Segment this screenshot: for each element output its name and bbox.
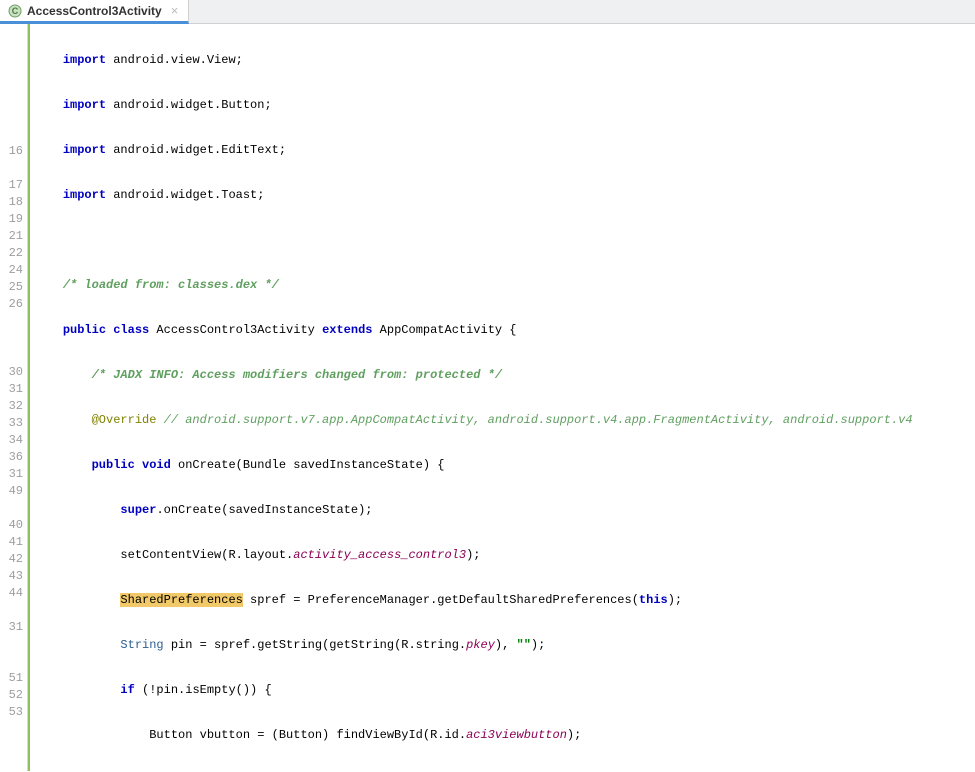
tab-bar: C AccessControl3Activity × <box>0 0 975 24</box>
line-number: 31 <box>0 619 23 636</box>
line-number <box>0 126 23 143</box>
line-number <box>0 500 23 517</box>
code-line: import android.view.View; <box>30 52 975 69</box>
line-number <box>0 313 23 330</box>
code-line: @Override // android.support.v7.app.AppC… <box>30 412 975 429</box>
line-number: 17 <box>0 177 23 194</box>
line-number <box>0 330 23 347</box>
line-number: 36 <box>0 449 23 466</box>
line-number <box>0 636 23 653</box>
svg-text:C: C <box>12 6 19 16</box>
code-editor[interactable]: 1617181921222425263031323334363149404142… <box>0 24 975 771</box>
line-number: 31 <box>0 466 23 483</box>
line-number: 16 <box>0 143 23 160</box>
line-number <box>0 160 23 177</box>
line-number: 44 <box>0 585 23 602</box>
code-line: public class AccessControl3Activity exte… <box>30 322 975 339</box>
close-icon[interactable]: × <box>171 3 179 18</box>
line-number: 21 <box>0 228 23 245</box>
line-number <box>0 755 23 772</box>
line-number <box>0 41 23 58</box>
line-number: 40 <box>0 517 23 534</box>
code-line: if (!pin.isEmpty()) { <box>30 682 975 699</box>
code-line: public void onCreate(Bundle savedInstanc… <box>30 457 975 474</box>
tab-title: AccessControl3Activity <box>27 4 162 18</box>
line-number: 24 <box>0 262 23 279</box>
line-number <box>0 653 23 670</box>
line-number <box>0 24 23 41</box>
code-line: Button vbutton = (Button) findViewById(R… <box>30 727 975 744</box>
line-number: 53 <box>0 704 23 721</box>
line-number: 33 <box>0 415 23 432</box>
line-number <box>0 109 23 126</box>
line-number: 32 <box>0 398 23 415</box>
code-line: /* JADX INFO: Access modifiers changed f… <box>30 367 975 384</box>
line-number <box>0 58 23 75</box>
line-number <box>0 602 23 619</box>
code-area[interactable]: import android.view.View; import android… <box>28 24 975 771</box>
class-file-icon: C <box>8 4 22 18</box>
line-number <box>0 738 23 755</box>
line-number: 43 <box>0 568 23 585</box>
line-number: 51 <box>0 670 23 687</box>
line-number <box>0 721 23 738</box>
tab-access-control[interactable]: C AccessControl3Activity × <box>0 0 189 24</box>
line-number: 19 <box>0 211 23 228</box>
code-line: import android.widget.EditText; <box>30 142 975 159</box>
code-line: setContentView(R.layout.activity_access_… <box>30 547 975 564</box>
code-line: import android.widget.Toast; <box>30 187 975 204</box>
code-line <box>30 232 975 249</box>
line-number: 18 <box>0 194 23 211</box>
line-number: 34 <box>0 432 23 449</box>
line-number <box>0 92 23 109</box>
line-number <box>0 347 23 364</box>
line-number: 42 <box>0 551 23 568</box>
line-number: 25 <box>0 279 23 296</box>
line-number-gutter: 1617181921222425263031323334363149404142… <box>0 24 28 771</box>
line-number <box>0 75 23 92</box>
code-line: import android.widget.Button; <box>30 97 975 114</box>
line-number: 49 <box>0 483 23 500</box>
line-number: 22 <box>0 245 23 262</box>
code-line: /* loaded from: classes.dex */ <box>30 277 975 294</box>
line-number: 52 <box>0 687 23 704</box>
code-line: super.onCreate(savedInstanceState); <box>30 502 975 519</box>
line-number: 26 <box>0 296 23 313</box>
code-line: SharedPreferences spref = PreferenceMana… <box>30 592 975 609</box>
line-number: 30 <box>0 364 23 381</box>
line-number: 31 <box>0 381 23 398</box>
code-line: String pin = spref.getString(getString(R… <box>30 637 975 654</box>
line-number: 41 <box>0 534 23 551</box>
